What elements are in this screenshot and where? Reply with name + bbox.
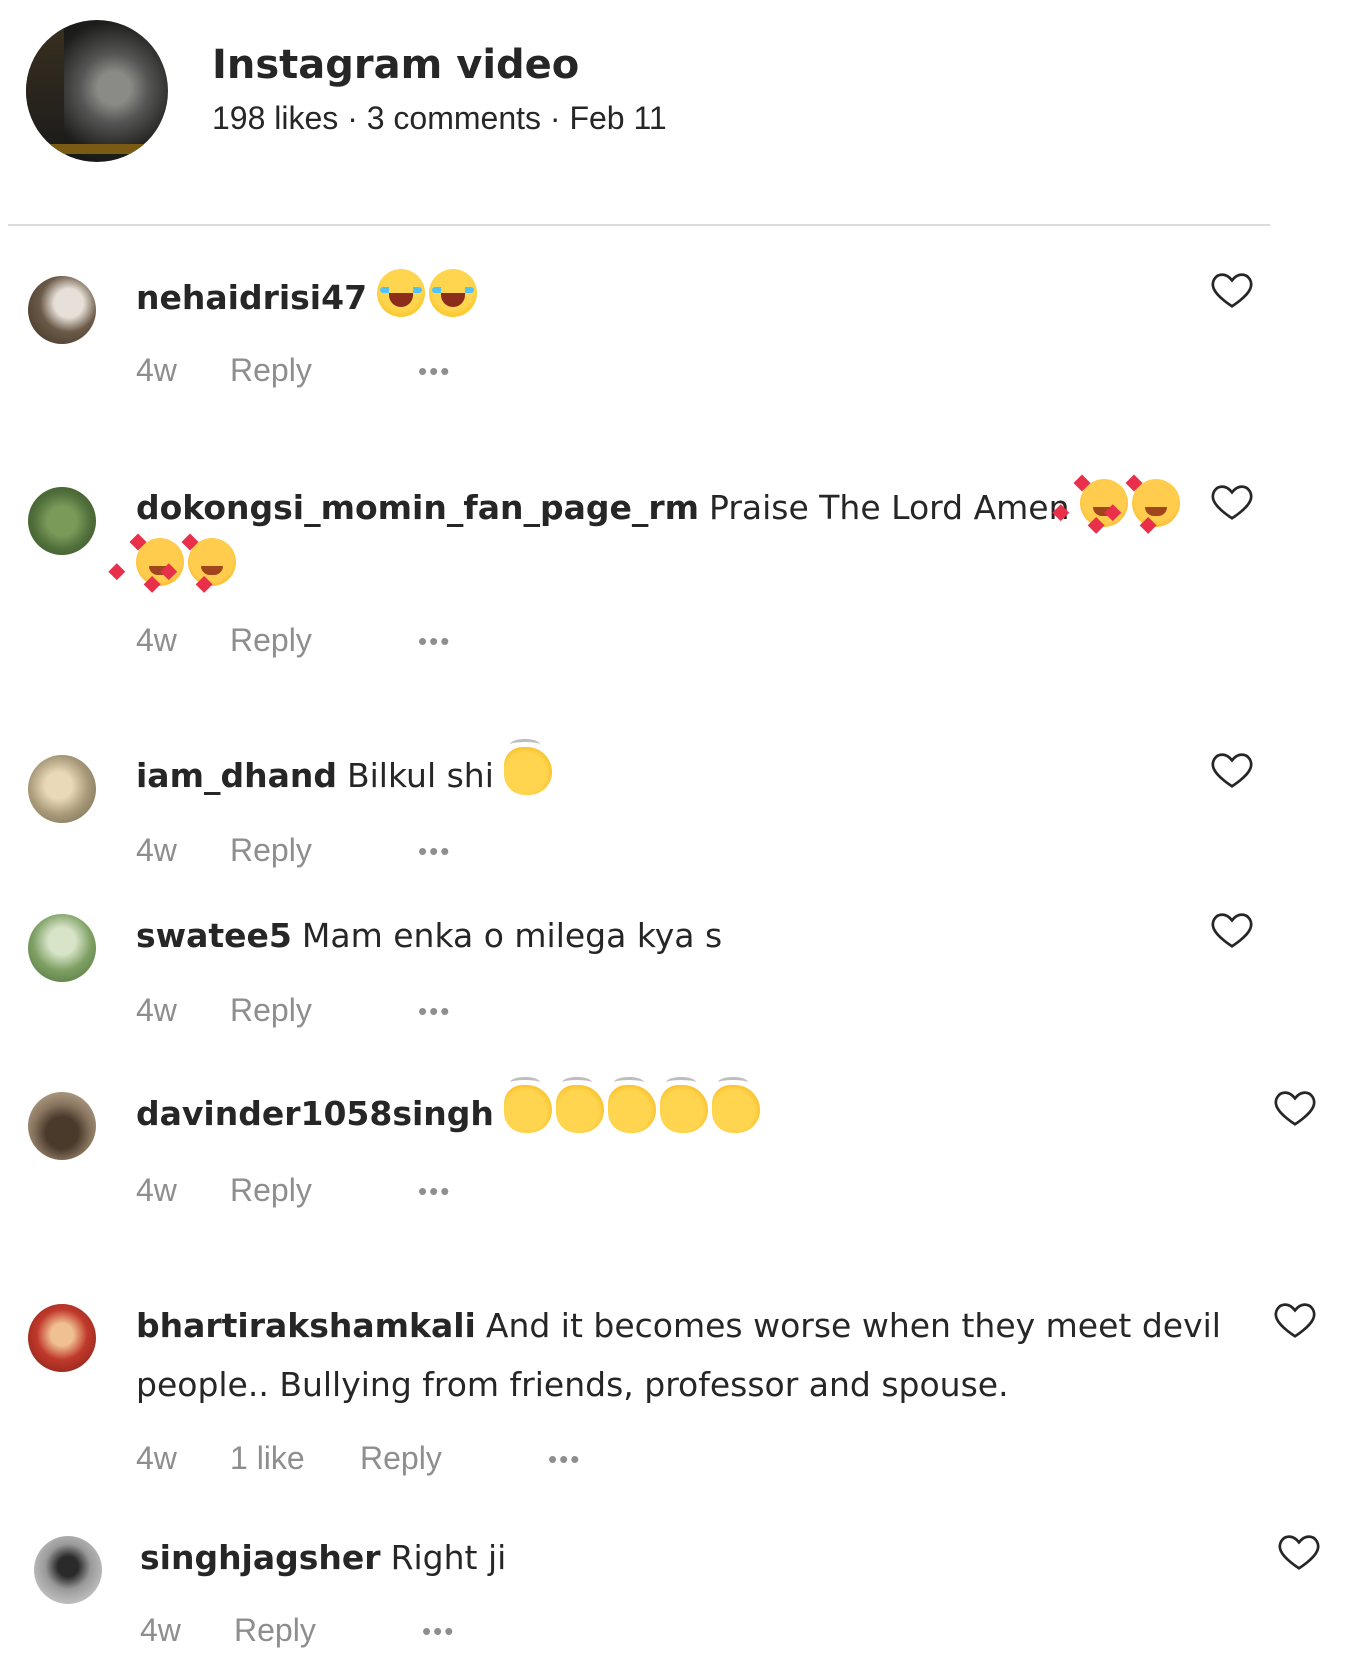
heart-outline-icon[interactable]: [1209, 906, 1255, 952]
comment-actions: 4w Reply •••: [136, 832, 536, 872]
laugh-cry-emoji: [429, 269, 478, 317]
comment-body: Mam enka o milega kya s: [301, 916, 723, 955]
laugh-cry-emoji: [377, 269, 426, 317]
heart-outline-icon[interactable]: [1209, 478, 1255, 524]
comment-text: davinder1058singh: [136, 1077, 1236, 1143]
more-horizontal-icon[interactable]: •••: [418, 996, 451, 1027]
avatar[interactable]: [34, 1536, 102, 1604]
comment-username[interactable]: davinder1058singh: [136, 1094, 494, 1133]
comment-body: Right ji: [390, 1538, 507, 1577]
smiling-hearts-emoji: [136, 538, 184, 586]
clapping-hands-emoji: [659, 1077, 708, 1133]
divider: [8, 224, 1270, 226]
comment-username[interactable]: swatee5: [136, 916, 292, 955]
heart-outline-icon[interactable]: [1209, 266, 1255, 312]
clapping-hands-emoji: [503, 1077, 552, 1133]
reply-button[interactable]: Reply: [230, 1172, 312, 1209]
comment-actions: 4w Reply •••: [136, 352, 536, 392]
comment-text: dokongsi_momin_fan_page_rm Praise The Lor…: [136, 478, 1196, 596]
avatar[interactable]: [28, 1304, 96, 1372]
more-horizontal-icon[interactable]: •••: [418, 626, 451, 657]
comment-actions: 4w 1 like Reply •••: [136, 1440, 656, 1480]
heart-outline-icon[interactable]: [1209, 746, 1255, 792]
comment-text: bhartirakshamkali And it becomes worse wh…: [136, 1296, 1246, 1414]
comment-time[interactable]: 4w: [136, 622, 177, 659]
heart-outline-icon[interactable]: [1272, 1296, 1318, 1342]
comment-likes[interactable]: 1 like: [230, 1440, 305, 1477]
reply-button[interactable]: Reply: [230, 352, 312, 389]
post-avatar[interactable]: [26, 20, 168, 162]
avatar[interactable]: [28, 755, 96, 823]
comment-text: iam_dhand Bilkul shi: [136, 739, 1196, 805]
post-meta: 198 likes · 3 comments · Feb 11: [212, 100, 667, 136]
post-title[interactable]: Instagram video: [212, 42, 579, 88]
reply-button[interactable]: Reply: [234, 1612, 316, 1649]
clapping-hands-emoji: [607, 1077, 656, 1133]
comment-time[interactable]: 4w: [136, 1172, 177, 1209]
comment-username[interactable]: bhartirakshamkali: [136, 1306, 476, 1345]
clapping-hands-emoji: [504, 739, 553, 795]
comment-username[interactable]: iam_dhand: [136, 756, 337, 795]
comment-time[interactable]: 4w: [140, 1612, 181, 1649]
clapping-hands-emoji: [711, 1077, 760, 1133]
heart-outline-icon[interactable]: [1272, 1084, 1318, 1130]
avatar[interactable]: [28, 487, 96, 555]
comment-time[interactable]: 4w: [136, 992, 177, 1029]
smiling-hearts-emoji: [1080, 479, 1129, 527]
comment-actions: 4w Reply •••: [136, 1172, 536, 1212]
heart-outline-icon[interactable]: [1276, 1528, 1322, 1574]
comment-time[interactable]: 4w: [136, 352, 177, 389]
comment-username[interactable]: dokongsi_momin_fan_page_rm: [136, 488, 699, 527]
comment-text: singhjagsher Right ji: [140, 1528, 1200, 1587]
comment-actions: 4w Reply •••: [136, 622, 536, 662]
avatar[interactable]: [28, 1092, 96, 1160]
reply-button[interactable]: Reply: [360, 1440, 442, 1477]
reply-button[interactable]: Reply: [230, 832, 312, 869]
comment-actions: 4w Reply •••: [140, 1612, 540, 1652]
reply-button[interactable]: Reply: [230, 622, 312, 659]
avatar[interactable]: [28, 276, 96, 344]
avatar[interactable]: [28, 914, 96, 982]
comment-username[interactable]: nehaidrisi47: [136, 278, 367, 317]
more-horizontal-icon[interactable]: •••: [418, 356, 451, 387]
smiling-hearts-emoji: [1132, 479, 1181, 527]
comment-body: Bilkul shi: [346, 756, 494, 795]
comment-username[interactable]: singhjagsher: [140, 1538, 381, 1577]
comment-time[interactable]: 4w: [136, 1440, 177, 1477]
comment-body: Praise The Lord Amen: [709, 488, 1070, 527]
more-horizontal-icon[interactable]: •••: [418, 1176, 451, 1207]
comment-actions: 4w Reply •••: [136, 992, 536, 1032]
comment-text: swatee5 Mam enka o milega kya s: [136, 906, 1196, 965]
more-horizontal-icon[interactable]: •••: [422, 1616, 455, 1647]
comment-text: nehaidrisi47: [136, 268, 1196, 327]
reply-button[interactable]: Reply: [230, 992, 312, 1029]
more-horizontal-icon[interactable]: •••: [548, 1444, 581, 1475]
smiling-hearts-emoji: [188, 538, 236, 586]
more-horizontal-icon[interactable]: •••: [418, 836, 451, 867]
clapping-hands-emoji: [555, 1077, 604, 1133]
comment-time[interactable]: 4w: [136, 832, 177, 869]
